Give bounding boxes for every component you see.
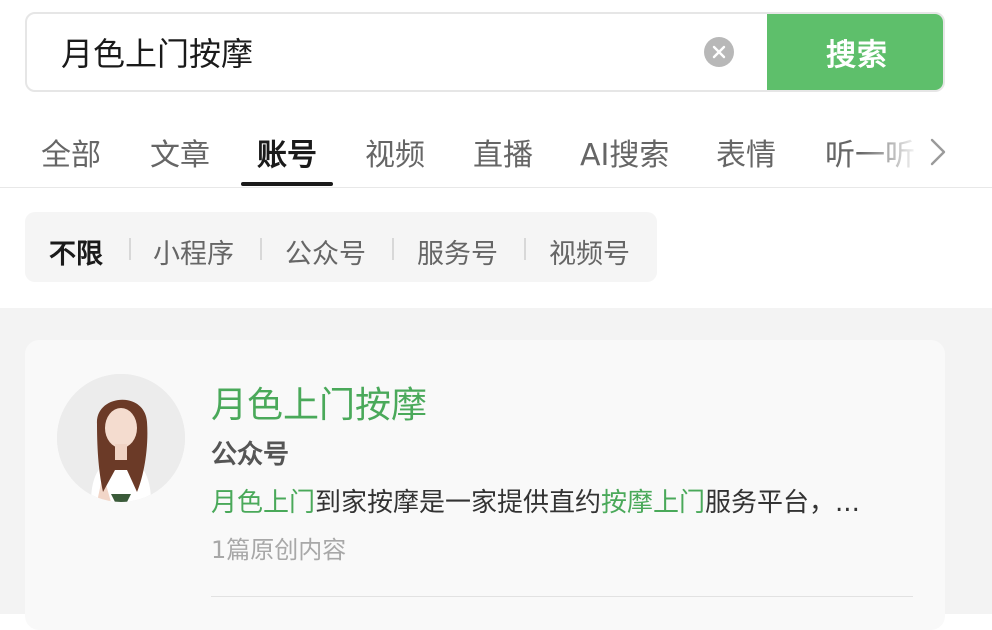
clear-circle-icon[interactable] bbox=[704, 37, 734, 67]
search-box: 搜索 bbox=[25, 12, 945, 92]
desc-text: 服务平台，... bbox=[705, 488, 860, 518]
account-type-label: 公众号 bbox=[211, 440, 290, 470]
filter-channels[interactable]: 视频号 bbox=[549, 232, 630, 271]
search-input[interactable] bbox=[27, 14, 767, 90]
filter-official-account[interactable]: 公众号 bbox=[285, 232, 366, 271]
chevron-right-icon[interactable] bbox=[920, 134, 956, 170]
desc-text: 到家按摩是一家提供直约 bbox=[315, 488, 602, 518]
tab-all[interactable]: 全部 bbox=[41, 130, 101, 174]
tab-videos[interactable]: 视频 bbox=[365, 130, 425, 174]
avatar[interactable] bbox=[57, 374, 185, 502]
filter-divider bbox=[524, 238, 526, 260]
account-description: 月色上门到家按摩是一家提供直约按摩上门服务平台，... bbox=[211, 482, 911, 519]
account-result-card[interactable]: 月色上门按摩 公众号 月色上门到家按摩是一家提供直约按摩上门服务平台，... 1… bbox=[25, 340, 945, 630]
tab-accounts[interactable]: 账号 bbox=[257, 130, 317, 174]
search-button[interactable]: 搜索 bbox=[767, 14, 943, 90]
account-title[interactable]: 月色上门按摩 bbox=[211, 376, 427, 428]
tab-ai-search[interactable]: AI搜索 bbox=[580, 130, 669, 174]
desc-highlight: 月色上门 bbox=[211, 488, 316, 518]
filter-all[interactable]: 不限 bbox=[49, 232, 103, 271]
search-header: 搜索 全部 文章 账号 视频 直播 AI搜索 表情 听一听 不限 小程序 公众号… bbox=[0, 0, 992, 308]
original-content-count: 1篇原创内容 bbox=[211, 536, 347, 564]
tab-stickers[interactable]: 表情 bbox=[716, 130, 776, 174]
desc-highlight: 按摩上门 bbox=[601, 488, 706, 518]
filter-divider bbox=[129, 238, 131, 260]
filter-service-account[interactable]: 服务号 bbox=[417, 232, 498, 271]
active-tab-indicator bbox=[241, 182, 333, 186]
tab-live[interactable]: 直播 bbox=[473, 130, 533, 174]
filter-bar: 不限 小程序 公众号 服务号 视频号 bbox=[25, 212, 657, 282]
filter-divider bbox=[260, 238, 262, 260]
divider bbox=[211, 596, 913, 597]
results-area: 月色上门按摩 公众号 月色上门到家按摩是一家提供直约按摩上门服务平台，... 1… bbox=[0, 308, 992, 630]
filter-divider bbox=[392, 238, 394, 260]
tab-articles[interactable]: 文章 bbox=[150, 130, 210, 174]
filter-mini-program[interactable]: 小程序 bbox=[153, 232, 234, 271]
tab-fade-overlay bbox=[860, 110, 920, 186]
tab-bar: 全部 文章 账号 视频 直播 AI搜索 表情 听一听 bbox=[0, 110, 992, 188]
